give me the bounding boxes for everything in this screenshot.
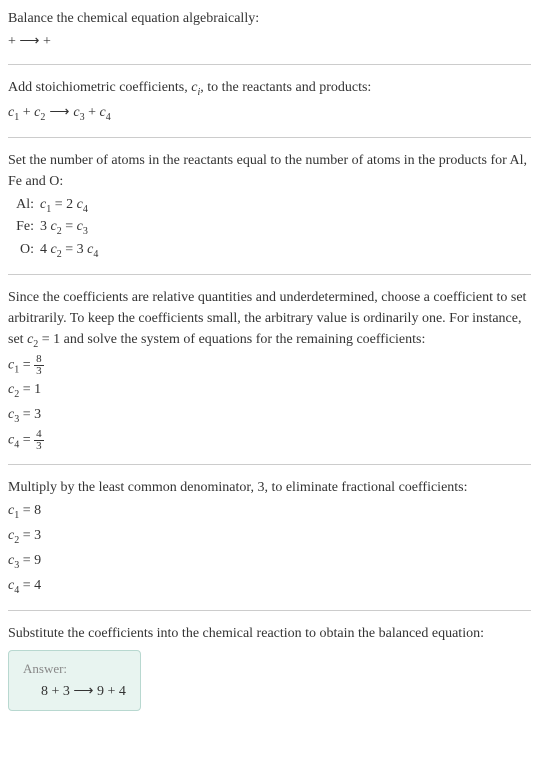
choose-section: Since the coefficients are relative quan…: [8, 287, 531, 452]
stoich-text: Add stoichiometric coefficients, ci, to …: [8, 77, 531, 100]
subst-text: Substitute the coefficients into the che…: [8, 623, 531, 644]
stoich-section: Add stoichiometric coefficients, ci, to …: [8, 77, 531, 125]
choose-text: Since the coefficients are relative quan…: [8, 287, 531, 352]
answer-equation: 8 + 3 ⟶ 9 + 4: [23, 683, 126, 700]
intro-line1: Balance the chemical equation algebraica…: [8, 8, 531, 29]
mult-text: Multiply by the least common denominator…: [8, 477, 531, 498]
atoms-text: Set the number of atoms in the reactants…: [8, 150, 531, 192]
mult-c2: c2 = 3: [8, 525, 531, 548]
mult-c3: c3 = 9: [8, 550, 531, 573]
coef-c3: c3 = 3: [8, 404, 531, 427]
divider: [8, 137, 531, 138]
atom-row-al: Al: c1 = 2 c4: [8, 194, 531, 217]
stoich-equation: c1 + c2 ⟶ c3 + c4: [8, 102, 531, 125]
coef-c1: c1 = 83: [8, 354, 531, 378]
atoms-section: Set the number of atoms in the reactants…: [8, 150, 531, 262]
divider: [8, 64, 531, 65]
divider: [8, 464, 531, 465]
answer-box: Answer: 8 + 3 ⟶ 9 + 4: [8, 650, 141, 711]
atom-row-o: O: 4 c2 = 3 c4: [8, 239, 531, 262]
atom-row-fe: Fe: 3 c2 = c3: [8, 216, 531, 239]
intro-line2: + ⟶ +: [8, 31, 531, 52]
coef-c2: c2 = 1: [8, 379, 531, 402]
mult-c1: c1 = 8: [8, 500, 531, 523]
subst-section: Substitute the coefficients into the che…: [8, 623, 531, 711]
mult-section: Multiply by the least common denominator…: [8, 477, 531, 597]
mult-c4: c4 = 4: [8, 575, 531, 598]
coef-c4: c4 = 43: [8, 429, 531, 453]
intro-section: Balance the chemical equation algebraica…: [8, 8, 531, 52]
divider: [8, 274, 531, 275]
divider: [8, 610, 531, 611]
answer-label: Answer:: [23, 661, 126, 677]
